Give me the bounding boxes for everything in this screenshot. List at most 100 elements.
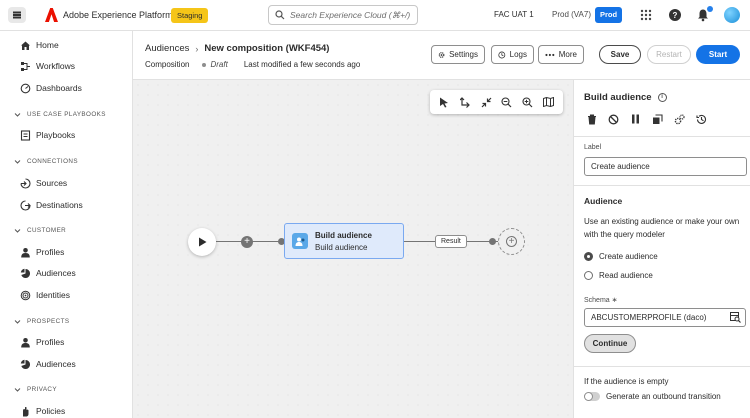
org-switcher[interactable]: FAC UAT 1	[494, 10, 534, 19]
save-button[interactable]: Save	[599, 45, 641, 64]
history-button[interactable]	[694, 112, 709, 126]
workflows-icon	[21, 61, 30, 71]
more-dots-icon	[545, 53, 555, 56]
play-icon	[198, 237, 206, 247]
breadcrumb: Audiences › New composition (WKF454)	[145, 43, 329, 54]
help-icon[interactable]: ?	[668, 8, 682, 22]
schema-browse-button[interactable]	[726, 308, 746, 327]
sidebar-item-destinations[interactable]: Destinations	[20, 198, 83, 212]
search-box[interactable]	[268, 5, 418, 25]
toggle-switch[interactable]	[584, 392, 600, 401]
sidebar-item-home[interactable]: Home	[20, 38, 59, 52]
section-title: PRIVACY	[27, 385, 57, 393]
sidebar-item-label: Workflows	[36, 61, 76, 71]
sidebar-item-policies[interactable]: Policies	[20, 404, 65, 418]
section-title: PROSPECTS	[27, 317, 70, 325]
outbound-transition-toggle[interactable]: Generate an outbound transition	[584, 392, 721, 401]
build-audience-node[interactable]: Build audience Build audience	[284, 223, 404, 259]
app-name: Adobe Experience Platform	[63, 10, 173, 20]
radio-label: Read audience	[599, 271, 653, 280]
radio-create-audience[interactable]: Create audience	[584, 252, 658, 261]
logs-button[interactable]: Logs	[491, 45, 534, 64]
gear-icon	[438, 51, 445, 58]
sidebar-item-identities[interactable]: Identities	[20, 288, 70, 302]
chevron-right-icon: ›	[195, 43, 199, 54]
sidebar-item-label: Home	[36, 40, 59, 50]
advanced-settings-button[interactable]	[672, 112, 687, 126]
radio-read-audience[interactable]: Read audience	[584, 271, 653, 280]
section-connections[interactable]: CONNECTIONS	[14, 156, 78, 166]
section-customer[interactable]: CUSTOMER	[14, 225, 66, 235]
sidebar-item-dashboards[interactable]: Dashboards	[20, 81, 82, 95]
breadcrumb-audiences-link[interactable]: Audiences	[145, 43, 189, 54]
add-next-activity-placeholder[interactable]: +	[498, 228, 525, 255]
divider	[574, 366, 750, 367]
browse-schema-icon	[730, 312, 741, 323]
profile-icon	[21, 337, 30, 347]
trash-icon	[587, 113, 596, 125]
reorganize-icon	[459, 96, 470, 108]
disable-button[interactable]	[606, 112, 621, 126]
section-prospects[interactable]: PROSPECTS	[14, 316, 69, 326]
panel-title-text: Build audience	[584, 92, 652, 103]
identities-icon	[20, 290, 31, 300]
start-button[interactable]: Start	[696, 45, 740, 64]
select-tool-button[interactable]	[437, 95, 451, 109]
settings-button[interactable]: Settings	[431, 45, 485, 64]
map-icon	[543, 97, 555, 107]
info-icon[interactable]: i	[657, 93, 667, 102]
sidebar-item-label: Dashboards	[36, 83, 82, 93]
plus-circle-icon: +	[506, 236, 517, 247]
label-input[interactable]: Create audience	[584, 157, 747, 176]
connector-arrow-icon	[489, 238, 496, 245]
continue-button[interactable]: Continue	[584, 334, 636, 353]
sidebar-item-sources[interactable]: Sources	[20, 176, 67, 190]
apps-grid-icon[interactable]	[639, 8, 653, 22]
add-activity-icon[interactable]: +	[241, 236, 253, 248]
sidebar-item-prospect-audiences[interactable]: Audiences	[20, 357, 76, 371]
audiences-icon	[20, 359, 31, 369]
user-avatar[interactable]	[724, 7, 740, 23]
start-node[interactable]	[188, 228, 216, 256]
section-title: USE CASE PLAYBOOKS	[27, 110, 106, 118]
logs-label: Logs	[509, 50, 527, 59]
gears-icon	[674, 113, 685, 124]
sidebar-item-label: Profiles	[36, 337, 65, 347]
more-button[interactable]: More	[538, 45, 584, 64]
zoom-out-button[interactable]	[500, 95, 514, 109]
result-transition-label[interactable]: Result	[435, 235, 467, 248]
dashboards-icon	[20, 83, 31, 93]
prod-badge[interactable]: Prod	[595, 7, 623, 23]
section-use-case-playbooks[interactable]: USE CASE PLAYBOOKS	[14, 109, 106, 119]
section-privacy[interactable]: PRIVACY	[14, 384, 57, 394]
collapse-icon	[481, 97, 491, 107]
search-icon	[275, 10, 285, 20]
settings-label: Settings	[449, 50, 478, 59]
duplicate-button[interactable]	[650, 112, 665, 126]
restart-button[interactable]: Restart	[647, 45, 691, 64]
audience-description: Use an existing audience or make your ow…	[584, 217, 740, 239]
sidebar-item-workflows[interactable]: Workflows	[20, 59, 75, 73]
cursor-icon	[440, 97, 449, 107]
hamburger-menu-button[interactable]	[8, 7, 26, 23]
sandbox-name[interactable]: Prod (VA7)	[552, 10, 591, 19]
zoom-in-button[interactable]	[521, 95, 535, 109]
delete-button[interactable]	[584, 112, 599, 126]
pause-button[interactable]	[628, 112, 643, 126]
reorganize-button[interactable]	[458, 95, 472, 109]
schema-input[interactable]: ABCUSTOMERPROFILE (daco)	[584, 308, 727, 327]
sidebar-item-label: Audiences	[36, 268, 76, 278]
sidebar: Home Workflows Dashboards USE CASE PLAYB…	[0, 31, 133, 418]
minimap-button[interactable]	[542, 95, 556, 109]
search-input[interactable]	[290, 10, 415, 20]
sidebar-item-prospect-profiles[interactable]: Profiles	[20, 335, 64, 349]
sources-icon	[20, 177, 31, 189]
top-bar: Adobe Experience Platform Staging FAC UA…	[0, 0, 750, 31]
sidebar-item-audiences[interactable]: Audiences	[20, 266, 76, 280]
radio-label: Create audience	[599, 252, 658, 261]
workflow-canvas[interactable]: + Build audience Build audience Result +	[133, 80, 573, 418]
collapse-button[interactable]	[479, 95, 493, 109]
sidebar-item-profiles[interactable]: Profiles	[20, 245, 64, 259]
sidebar-item-playbooks[interactable]: Playbooks	[20, 128, 75, 142]
staging-badge: Staging	[171, 8, 209, 23]
